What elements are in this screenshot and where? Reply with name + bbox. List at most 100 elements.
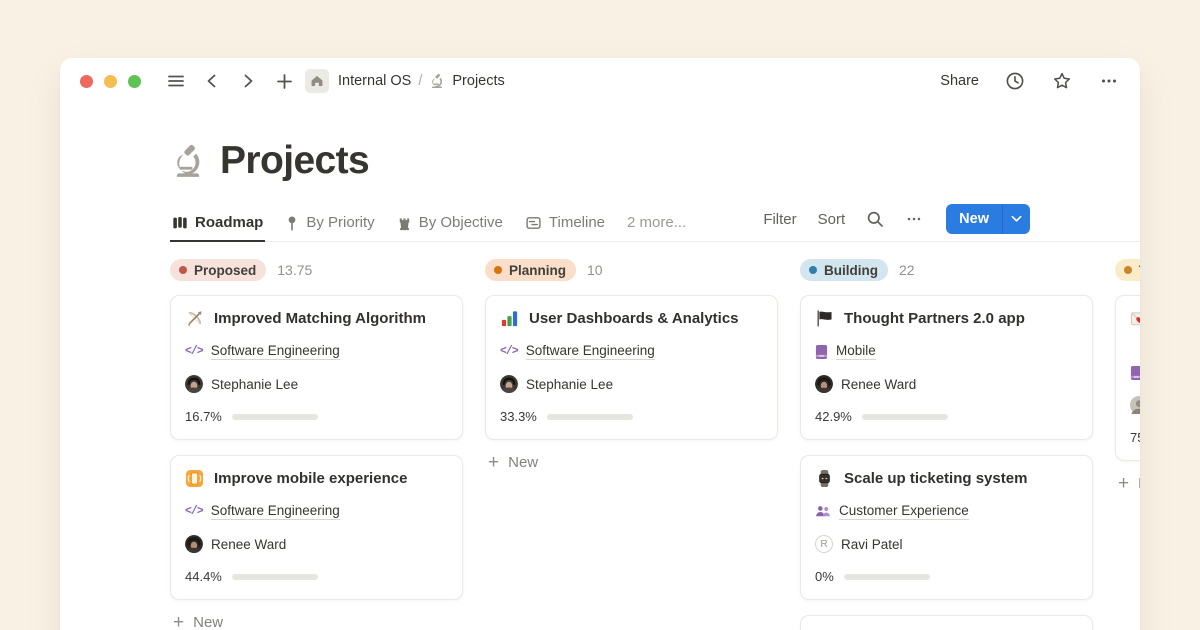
team-relation[interactable]: Software Engineering bbox=[526, 343, 655, 360]
chevron-down-icon[interactable] bbox=[1003, 204, 1030, 234]
code-icon: </> bbox=[185, 505, 203, 518]
status-badge[interactable]: Proposed bbox=[170, 259, 266, 281]
add-card-label: New bbox=[508, 454, 538, 471]
person-name[interactable]: Ravi Patel bbox=[841, 537, 903, 552]
status-dot bbox=[179, 266, 187, 274]
column-clipped: T bbox=[1115, 258, 1140, 492]
share-button[interactable]: Share bbox=[940, 73, 979, 89]
minimize-window-button[interactable] bbox=[104, 75, 117, 88]
card-improved-matching-algorithm[interactable]: Improved Matching Algorithm </> Software… bbox=[170, 295, 463, 440]
person-name[interactable]: Renee Ward bbox=[211, 537, 286, 552]
progress-label: 75% bbox=[1130, 430, 1140, 445]
tab-by-objective[interactable]: By Objective bbox=[395, 208, 505, 242]
status-badge[interactable]: Building bbox=[800, 259, 888, 281]
clock-icon[interactable] bbox=[1004, 70, 1026, 92]
add-card-button[interactable]: + New bbox=[1115, 475, 1140, 492]
breadcrumb-root[interactable]: Internal OS bbox=[338, 73, 411, 89]
search-icon[interactable] bbox=[866, 210, 884, 228]
code-icon: </> bbox=[500, 345, 518, 358]
tab-by-priority[interactable]: By Priority bbox=[283, 208, 376, 242]
progress-bar bbox=[844, 574, 930, 580]
progress-label: 16.7% bbox=[185, 409, 222, 424]
love-letter-icon bbox=[1130, 309, 1140, 328]
tab-label: Roadmap bbox=[195, 214, 263, 231]
person-name[interactable]: Stephanie Lee bbox=[526, 377, 613, 392]
plus-icon: + bbox=[1118, 477, 1129, 491]
rook-icon bbox=[397, 215, 412, 231]
avatar bbox=[1130, 396, 1140, 414]
column-planning: Planning 10 User Dashboards & Analytics bbox=[485, 258, 778, 471]
card-optimize-internal-systems[interactable]: Optimize internal systems for bbox=[800, 615, 1093, 630]
team-relation[interactable]: Software Engineering bbox=[211, 503, 340, 520]
status-dot bbox=[809, 266, 817, 274]
team-relation[interactable]: Software Engineering bbox=[211, 343, 340, 360]
new-tab-icon[interactable] bbox=[273, 70, 295, 92]
card-user-dashboards-analytics[interactable]: User Dashboards & Analytics </> Software… bbox=[485, 295, 778, 440]
column-count: 22 bbox=[899, 262, 915, 278]
status-dot bbox=[1124, 266, 1132, 274]
window-topbar: Internal OS / Projects Share bbox=[60, 58, 1140, 104]
progress-bar bbox=[547, 414, 633, 420]
add-card-button[interactable]: + New bbox=[485, 454, 778, 471]
person-name[interactable]: Renee Ward bbox=[841, 377, 916, 392]
tab-timeline[interactable]: Timeline bbox=[523, 208, 607, 242]
plus-icon: + bbox=[173, 616, 184, 630]
column-proposed: Proposed 13.75 Improved Matching Algorit… bbox=[170, 258, 463, 630]
progress-label: 42.9% bbox=[815, 409, 852, 424]
team-relation[interactable]: Customer Experience bbox=[839, 503, 969, 520]
avatar bbox=[185, 535, 203, 553]
maximize-window-button[interactable] bbox=[128, 75, 141, 88]
sort-button[interactable]: Sort bbox=[818, 211, 846, 228]
progress-bar bbox=[232, 414, 318, 420]
new-button[interactable]: New bbox=[946, 204, 1030, 234]
view-tabs-bar: Roadmap By Priority By Objective bbox=[170, 204, 1140, 242]
progress-label: 0% bbox=[815, 569, 834, 584]
bar-chart-icon bbox=[500, 309, 519, 328]
menu-icon[interactable] bbox=[165, 70, 187, 92]
forward-icon[interactable] bbox=[237, 70, 259, 92]
status-dot bbox=[494, 266, 502, 274]
page-title: Projects bbox=[220, 139, 369, 183]
breadcrumb-separator: / bbox=[418, 73, 422, 89]
traffic-lights bbox=[80, 75, 141, 88]
plus-icon: + bbox=[488, 456, 499, 470]
close-window-button[interactable] bbox=[80, 75, 93, 88]
more-icon[interactable] bbox=[1098, 70, 1120, 92]
bow-arrow-icon bbox=[185, 309, 204, 328]
column-name: T bbox=[1139, 263, 1140, 278]
card-title: User Dashboards & Analytics bbox=[529, 309, 739, 328]
progress-label: 33.3% bbox=[500, 409, 537, 424]
view-options-icon[interactable] bbox=[905, 210, 923, 228]
new-button-label[interactable]: New bbox=[946, 204, 1002, 234]
person-name[interactable]: Stephanie Lee bbox=[211, 377, 298, 392]
card-clipped[interactable]: 75% bbox=[1115, 295, 1140, 461]
status-badge[interactable]: T bbox=[1115, 259, 1140, 281]
card-thought-partners-app[interactable]: Thought Partners 2.0 app Mobile bbox=[800, 295, 1093, 440]
tab-roadmap[interactable]: Roadmap bbox=[170, 208, 265, 242]
home-icon[interactable] bbox=[305, 69, 329, 93]
add-card-button[interactable]: + New bbox=[170, 614, 463, 630]
team-relation[interactable]: Mobile bbox=[836, 343, 876, 360]
filter-button[interactable]: Filter bbox=[763, 211, 796, 228]
column-count: 10 bbox=[587, 262, 603, 278]
progress-label: 44.4% bbox=[185, 569, 222, 584]
back-icon[interactable] bbox=[201, 70, 223, 92]
avatar bbox=[185, 375, 203, 393]
card-title: Thought Partners 2.0 app bbox=[844, 309, 1025, 328]
card-improve-mobile-experience[interactable]: Improve mobile experience </> Software E… bbox=[170, 455, 463, 600]
status-badge[interactable]: Planning bbox=[485, 259, 576, 281]
card-scale-up-ticketing-system[interactable]: Scale up ticketing system Customer Exper… bbox=[800, 455, 1093, 600]
column-name: Building bbox=[824, 263, 878, 278]
breadcrumb-current[interactable]: Projects bbox=[452, 73, 504, 89]
microscope-icon[interactable] bbox=[170, 143, 206, 179]
progress-bar bbox=[862, 414, 948, 420]
watch-icon bbox=[815, 469, 834, 488]
tab-more-views[interactable]: 2 more... bbox=[625, 208, 688, 242]
tab-label: By Objective bbox=[419, 214, 503, 231]
timeline-icon bbox=[525, 215, 542, 231]
book-icon bbox=[815, 344, 828, 360]
breadcrumb: Internal OS / Projects bbox=[338, 73, 505, 89]
microscope-icon bbox=[429, 73, 445, 89]
avatar bbox=[500, 375, 518, 393]
star-icon[interactable] bbox=[1051, 70, 1073, 92]
